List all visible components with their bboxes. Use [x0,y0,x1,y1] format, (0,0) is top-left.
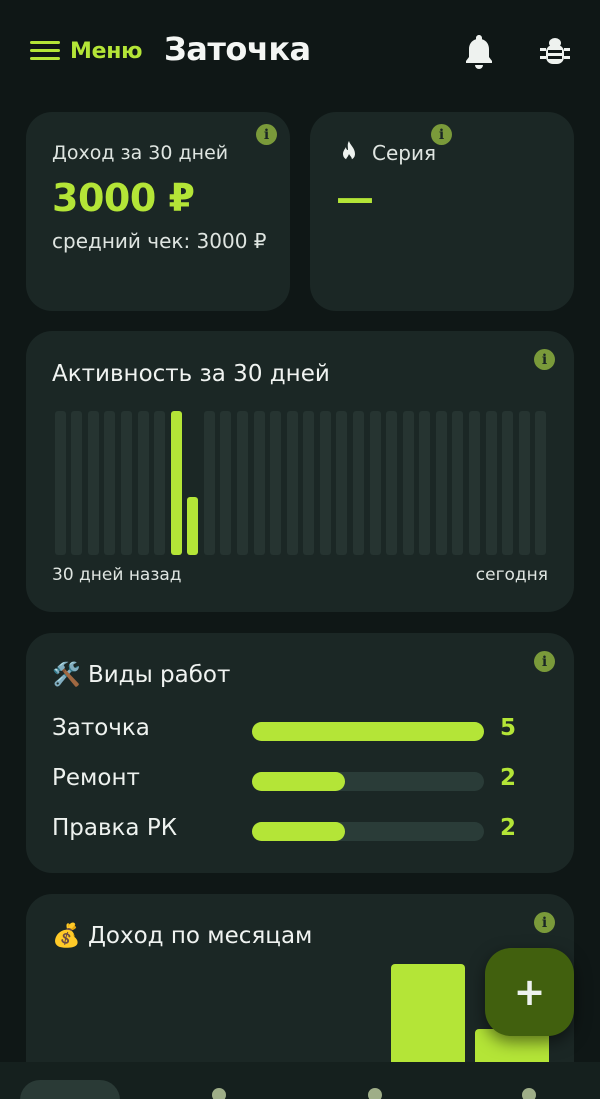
activity-bar [270,411,282,555]
monthly-income-title: 💰 Доход по месяцам [52,923,313,949]
work-types-title: 🛠️ Виды работ [52,662,231,688]
activity-bar [319,411,331,555]
work-type-row: Ремонт 2 [52,765,522,795]
add-button[interactable]: + [485,948,574,1036]
bell-icon[interactable] [462,32,496,70]
activity-bar [535,411,547,555]
menu-button[interactable]: Меню [30,34,143,68]
streak-value: — [336,176,374,220]
activity-bar [485,411,497,555]
activity-bar [518,411,530,555]
activity-bar [54,411,66,555]
work-type-bar [252,772,345,791]
work-type-bar-track [252,772,484,791]
activity-title: Активность за 30 дней [52,361,330,387]
activity-bar [154,411,166,555]
info-icon[interactable]: i [534,912,555,933]
activity-bar [71,411,83,555]
activity-chart [52,411,549,555]
activity-bar [303,411,315,555]
activity-end-label: сегодня [475,565,548,585]
activity-bar [203,411,215,555]
work-type-bar-track [252,722,484,741]
work-type-name: Правка РК [52,815,178,841]
nav-item-4[interactable] [522,1088,536,1099]
activity-bar [452,411,464,555]
activity-bar [220,411,232,555]
income-label: Доход за 30 дней [52,142,229,164]
activity-bar [502,411,514,555]
work-type-count: 5 [500,715,517,741]
activity-bar [170,411,182,555]
streak-card[interactable]: i Серия — [310,112,574,311]
activity-bar [386,411,398,555]
streak-label: Серия [372,141,436,165]
activity-bar [435,411,447,555]
streak-header: Серия [338,140,436,166]
menu-icon [30,40,60,62]
work-type-row: Заточка 5 [52,715,522,745]
bug-icon[interactable] [538,34,572,68]
bottom-navigation [0,1062,600,1099]
work-type-count: 2 [500,765,517,791]
work-types-card: i 🛠️ Виды работ Заточка 5 Ремонт 2 Правка РК… [26,633,574,873]
activity-bar [187,497,199,555]
work-type-name: Заточка [52,715,150,741]
plus-icon: + [513,970,546,1014]
work-type-name: Ремонт [52,765,140,791]
work-type-bar [252,722,484,741]
activity-bar [137,411,149,555]
activity-card: i Активность за 30 дней 30 дней назад се… [26,331,574,612]
work-type-row: Правка РК 2 [52,815,522,845]
activity-bar [87,411,99,555]
nav-item-3[interactable] [368,1088,382,1099]
average-check: средний чек: 3000 ₽ [52,229,267,253]
activity-bar [104,411,116,555]
activity-bar [286,411,298,555]
activity-bar [468,411,480,555]
activity-bar [336,411,348,555]
activity-bar [121,411,133,555]
info-icon[interactable]: i [534,651,555,672]
nav-item-2[interactable] [212,1088,226,1099]
activity-bar [369,411,381,555]
top-bar: Меню Заточка [0,0,600,104]
work-type-bar [252,822,345,841]
income-card[interactable]: i Доход за 30 дней 3000 ₽ средний чек: 3… [26,112,290,311]
activity-bar [253,411,265,555]
activity-bar [237,411,249,555]
menu-label: Меню [70,38,143,64]
income-value: 3000 ₽ [52,176,195,220]
activity-bar [419,411,431,555]
info-icon[interactable]: i [534,349,555,370]
fire-icon [343,141,355,163]
info-icon[interactable]: i [256,124,277,145]
monthly-income-bar [391,964,465,1062]
activity-bar [352,411,364,555]
activity-bar [402,411,414,555]
monthly-income-chart [52,964,549,1062]
nav-item-home[interactable] [20,1080,120,1099]
work-type-count: 2 [500,815,517,841]
activity-start-label: 30 дней назад [52,565,182,585]
work-type-bar-track [252,822,484,841]
page-title: Заточка [164,30,311,68]
